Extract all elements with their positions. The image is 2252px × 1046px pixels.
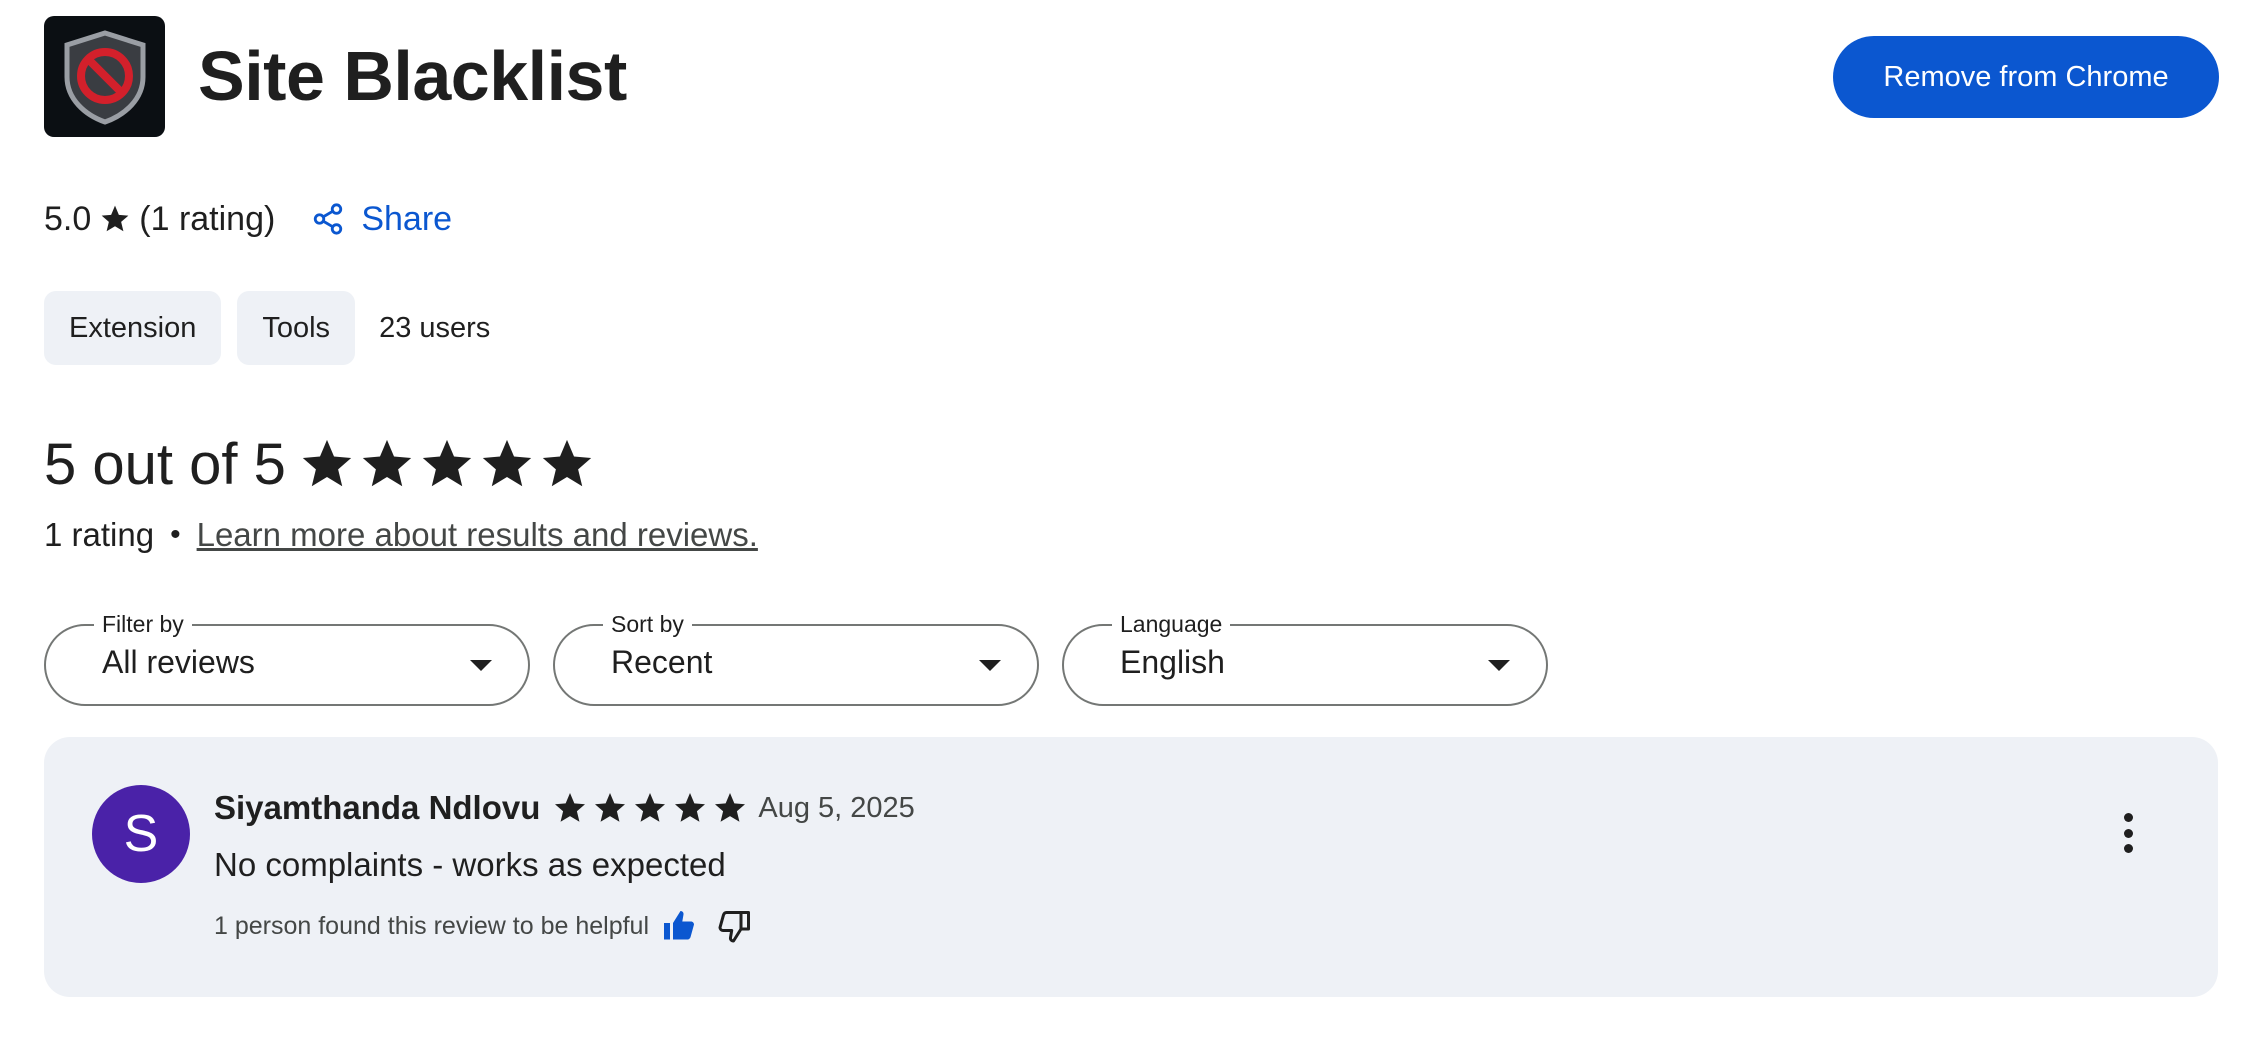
caret-down-icon xyxy=(979,660,1001,671)
caret-down-icon xyxy=(470,660,492,671)
share-icon xyxy=(314,203,343,235)
sort-by-dropdown[interactable]: Sort by Recent xyxy=(553,609,1039,706)
dropdown-value: Recent xyxy=(611,644,713,680)
review-date: Aug 5, 2025 xyxy=(758,791,915,824)
share-label: Share xyxy=(361,199,453,238)
reviewer-name: Siyamthanda Ndlovu xyxy=(214,789,541,826)
user-count: 23 users xyxy=(379,311,491,344)
shield-blocked-icon xyxy=(64,29,145,125)
filter-by-dropdown[interactable]: Filter by All reviews xyxy=(44,609,530,706)
star-icon xyxy=(635,793,666,822)
category-chips: Extension Tools 23 users xyxy=(44,291,490,365)
star-icon xyxy=(302,439,352,487)
separator-dot: • xyxy=(170,518,181,551)
rating-count-text: 1 rating xyxy=(44,516,155,553)
review-header: Siyamthanda Ndlovu Aug 5, 2025 xyxy=(214,785,915,831)
rating-row: 5.0 (1 rating) Share xyxy=(44,196,452,242)
thumbs-down-icon[interactable] xyxy=(717,908,753,944)
helpful-text: 1 person found this review to be helpful xyxy=(214,911,649,940)
star-icon xyxy=(422,439,472,487)
share-button[interactable]: Share xyxy=(311,200,452,239)
dropdown-legend: Filter by xyxy=(94,609,192,639)
page-title: Site Blacklist xyxy=(198,37,627,115)
avatar: S xyxy=(92,785,190,883)
learn-more-link[interactable]: Learn more about results and reviews. xyxy=(197,516,758,554)
dropdown-value: English xyxy=(1120,644,1225,680)
star-icon xyxy=(715,793,746,822)
reviews-summary: 5 out of 5 xyxy=(44,424,598,504)
star-icon xyxy=(101,205,129,232)
rating-count: (1 rating) xyxy=(139,199,276,238)
dropdown-legend: Language xyxy=(1112,609,1231,639)
star-icon xyxy=(555,793,586,822)
dropdown-value: All reviews xyxy=(102,644,255,680)
dropdown-legend: Sort by xyxy=(603,609,692,639)
reviews-subline: 1 rating • Learn more about results and … xyxy=(44,512,758,558)
reviews-headline: 5 out of 5 xyxy=(44,431,286,497)
thumbs-up-icon[interactable] xyxy=(661,908,697,944)
remove-from-chrome-button[interactable]: Remove from Chrome xyxy=(1833,36,2219,118)
chip-extension[interactable]: Extension xyxy=(44,291,222,365)
star-icon xyxy=(362,439,412,487)
star-icon xyxy=(482,439,532,487)
chip-tools[interactable]: Tools xyxy=(237,291,356,365)
star-icon xyxy=(542,439,592,487)
star-icon xyxy=(675,793,706,822)
language-dropdown[interactable]: Language English xyxy=(1062,609,1548,706)
review-card: S Siyamthanda Ndlovu Aug 5, 2025 No comp… xyxy=(44,737,2218,997)
extension-logo xyxy=(44,16,165,137)
helpful-row: 1 person found this review to be helpful xyxy=(214,905,753,947)
caret-down-icon xyxy=(1488,660,1510,671)
more-options-icon[interactable] xyxy=(2108,807,2148,859)
rating-score: 5.0 xyxy=(44,199,92,238)
star-icon xyxy=(595,793,626,822)
review-text: No complaints - works as expected xyxy=(214,846,726,883)
